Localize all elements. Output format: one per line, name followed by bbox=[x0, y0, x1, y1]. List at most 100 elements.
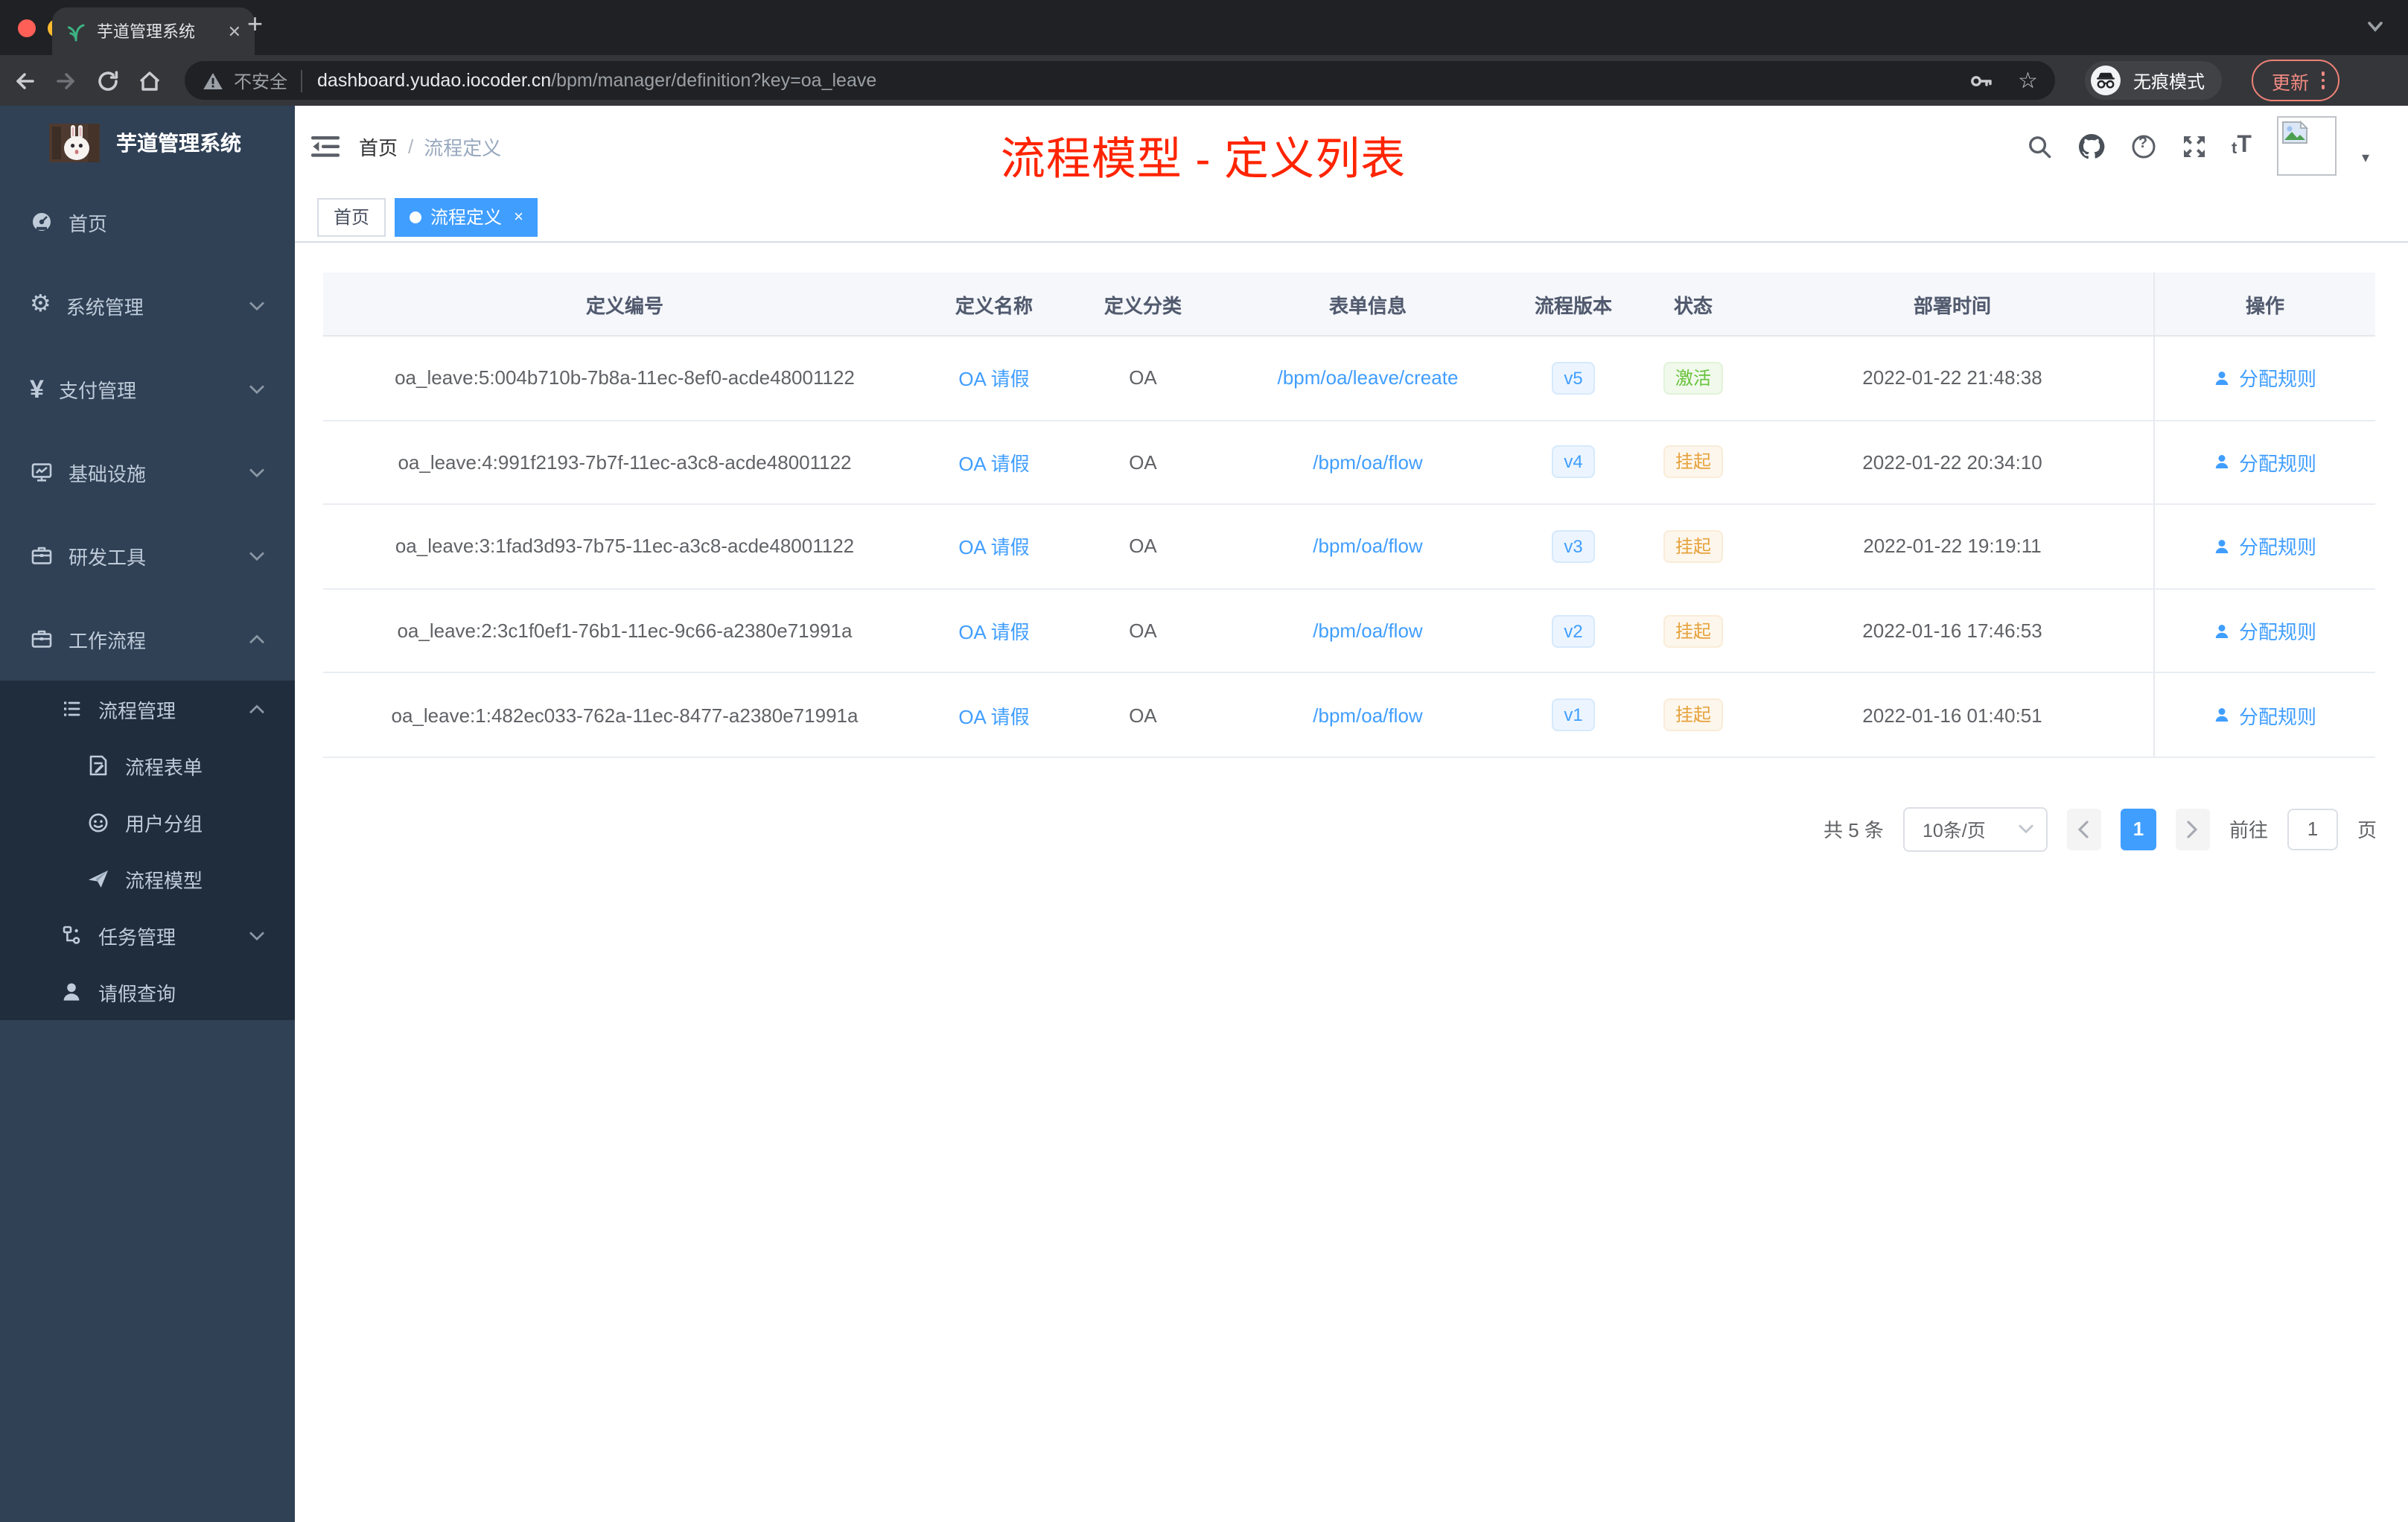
sidebar-item-system[interactable]: ⚙ 系统管理 bbox=[0, 264, 295, 347]
form-link[interactable]: /bpm/oa/flow bbox=[1313, 704, 1422, 726]
tag-home[interactable]: 首页 bbox=[317, 197, 386, 236]
assign-rule-button[interactable]: 分配规则 bbox=[2214, 617, 2316, 645]
key-icon[interactable] bbox=[1969, 68, 1994, 93]
assign-rule-label: 分配规则 bbox=[2238, 536, 2316, 559]
sidebar-item-label: 首页 bbox=[69, 212, 108, 235]
pagination-total: 共 5 条 bbox=[1823, 819, 1884, 842]
fullscreen-icon[interactable] bbox=[2181, 133, 2206, 159]
definition-name-link[interactable]: OA 请假 bbox=[958, 705, 1029, 727]
sidebar-item-label: 用户分组 bbox=[125, 812, 203, 835]
sidebar-item-task-management[interactable]: 任务管理 bbox=[0, 907, 295, 964]
sidebar-item-label: 工作流程 bbox=[69, 629, 147, 652]
update-label[interactable]: 更新 bbox=[2272, 66, 2309, 95]
breadcrumb-home[interactable]: 首页 bbox=[359, 132, 398, 160]
goto-unit-label: 页 bbox=[2357, 819, 2377, 842]
definition-name-link[interactable]: OA 请假 bbox=[958, 453, 1029, 475]
sidebar-item-process-model[interactable]: 流程模型 bbox=[0, 850, 295, 907]
col-header-definition-id: 定义编号 bbox=[585, 294, 663, 316]
assign-rule-button[interactable]: 分配规则 bbox=[2214, 448, 2316, 477]
sidebar-item-process-management[interactable]: 流程管理 bbox=[0, 681, 295, 737]
next-page-button[interactable] bbox=[2175, 808, 2210, 850]
breadcrumb: 首页 / 流程定义 bbox=[359, 132, 501, 160]
reload-icon[interactable] bbox=[95, 68, 121, 93]
assign-rule-button[interactable]: 分配规则 bbox=[2214, 701, 2316, 729]
sidebar-item-label: 基础设施 bbox=[69, 462, 147, 485]
user-icon bbox=[2216, 455, 2229, 469]
app-logo-avatar bbox=[49, 124, 100, 162]
back-icon[interactable] bbox=[12, 68, 37, 93]
col-header-process-version: 流程版本 bbox=[1534, 294, 1612, 316]
incognito-badge: 无痕模式 bbox=[2085, 61, 2223, 100]
screen: 芋道管理系统 ✕ + 不安全 dashboard.yudao.iocoder.c… bbox=[0, 0, 2408, 1522]
sidebar-item-process-form[interactable]: 流程表单 bbox=[0, 737, 295, 794]
prev-page-button[interactable] bbox=[2066, 808, 2101, 850]
assign-rule-button[interactable]: 分配规则 bbox=[2214, 364, 2316, 392]
security-warning-icon bbox=[203, 71, 223, 90]
font-size-icon[interactable]: tT bbox=[2232, 133, 2252, 158]
form-link[interactable]: /bpm/oa/leave/create bbox=[1278, 367, 1459, 389]
user-icon bbox=[2216, 624, 2229, 638]
browser-toolbar: 不安全 dashboard.yudao.iocoder.cn /bpm/mana… bbox=[0, 55, 2408, 106]
definition-category: OA bbox=[1129, 620, 1157, 643]
new-tab-button[interactable]: + bbox=[247, 9, 263, 40]
sidebar-item-home[interactable]: 首页 bbox=[0, 180, 295, 264]
form-link[interactable]: /bpm/oa/flow bbox=[1313, 535, 1422, 558]
sidebar-item-label: 流程管理 bbox=[98, 699, 176, 722]
home-icon[interactable] bbox=[137, 68, 162, 93]
assign-rule-label: 分配规则 bbox=[2238, 452, 2316, 475]
tag-process-definition[interactable]: 流程定义 × bbox=[395, 197, 538, 236]
sidebar-item-workflow[interactable]: 工作流程 bbox=[0, 597, 295, 681]
sidebar-item-infrastructure[interactable]: 基础设施 bbox=[0, 430, 295, 514]
definition-name-link[interactable]: OA 请假 bbox=[958, 369, 1029, 391]
help-icon[interactable]: ? bbox=[2130, 133, 2156, 159]
forward-icon[interactable] bbox=[54, 68, 79, 93]
page-size-select[interactable]: 10条/页 bbox=[1902, 806, 2048, 852]
security-label[interactable]: 不安全 bbox=[234, 68, 287, 93]
page-content: 定义编号 定义名称 定义分类 表单信息 流程版本 状态 部署时间 操作 oa_l… bbox=[295, 243, 2408, 1522]
col-header-status: 状态 bbox=[1673, 294, 1713, 316]
sidebar-item-dev-tools[interactable]: 研发工具 bbox=[0, 514, 295, 597]
version-badge: v2 bbox=[1552, 614, 1595, 648]
font-size-small: t bbox=[2232, 140, 2237, 158]
browser-tab[interactable]: 芋道管理系统 ✕ bbox=[52, 7, 255, 55]
tab-search-chevron-icon[interactable] bbox=[2365, 19, 2386, 34]
user-icon bbox=[2216, 371, 2229, 385]
sidebar-item-user-group[interactable]: 用户分组 bbox=[0, 794, 295, 850]
goto-page-input[interactable]: 1 bbox=[2287, 808, 2338, 850]
robot-face-icon bbox=[86, 810, 110, 834]
update-browser-button[interactable]: 更新 bbox=[2252, 60, 2339, 101]
hamburger-icon[interactable] bbox=[311, 135, 340, 157]
address-divider bbox=[301, 69, 303, 92]
definition-id: oa_leave:4:991f2193-7b7f-11ec-a3c8-acde4… bbox=[398, 450, 852, 474]
sidebar-item-label: 支付管理 bbox=[58, 379, 136, 401]
address-bar[interactable]: 不安全 dashboard.yudao.iocoder.cn /bpm/mana… bbox=[185, 61, 2056, 100]
bookmark-star-icon[interactable]: ☆ bbox=[2018, 69, 2038, 92]
github-icon[interactable] bbox=[2077, 133, 2105, 159]
page-number-button[interactable]: 1 bbox=[2120, 808, 2156, 850]
chevron-down-icon bbox=[249, 551, 265, 561]
tab-close-icon[interactable]: ✕ bbox=[228, 22, 241, 41]
definition-name-link[interactable]: OA 请假 bbox=[958, 621, 1029, 643]
table-row: oa_leave:4:991f2193-7b7f-11ec-a3c8-acde4… bbox=[323, 421, 2375, 506]
assign-rule-button[interactable]: 分配规则 bbox=[2214, 532, 2316, 561]
incognito-icon bbox=[2091, 66, 2121, 95]
pagination: 共 5 条 10条/页 1 前往 1 页 bbox=[323, 806, 2377, 852]
tag-close-icon[interactable]: × bbox=[514, 208, 523, 226]
window-close-button[interactable] bbox=[18, 19, 36, 37]
status-badge: 挂起 bbox=[1663, 698, 1723, 732]
form-link[interactable]: /bpm/oa/flow bbox=[1313, 620, 1422, 642]
search-icon[interactable] bbox=[2026, 133, 2051, 159]
status-badge: 激活 bbox=[1663, 361, 1723, 395]
browser-tab-strip: 芋道管理系统 ✕ + bbox=[0, 0, 2408, 55]
form-link[interactable]: /bpm/oa/flow bbox=[1313, 451, 1422, 474]
tag-label: 首页 bbox=[334, 207, 370, 228]
avatar[interactable] bbox=[2276, 116, 2337, 176]
sidebar-item-payment[interactable]: ¥ 支付管理 bbox=[0, 347, 295, 430]
version-badge: v5 bbox=[1552, 361, 1595, 395]
favicon-sprout-icon bbox=[66, 21, 86, 42]
browser-menu-icon[interactable] bbox=[2321, 71, 2325, 89]
definition-id: oa_leave:3:1fad3d93-7b75-11ec-a3c8-acde4… bbox=[395, 535, 855, 558]
definition-name-link[interactable]: OA 请假 bbox=[958, 537, 1029, 559]
sidebar-item-leave-query[interactable]: 请假查询 bbox=[0, 964, 295, 1020]
avatar-caret-icon[interactable]: ▾ bbox=[2362, 150, 2369, 166]
